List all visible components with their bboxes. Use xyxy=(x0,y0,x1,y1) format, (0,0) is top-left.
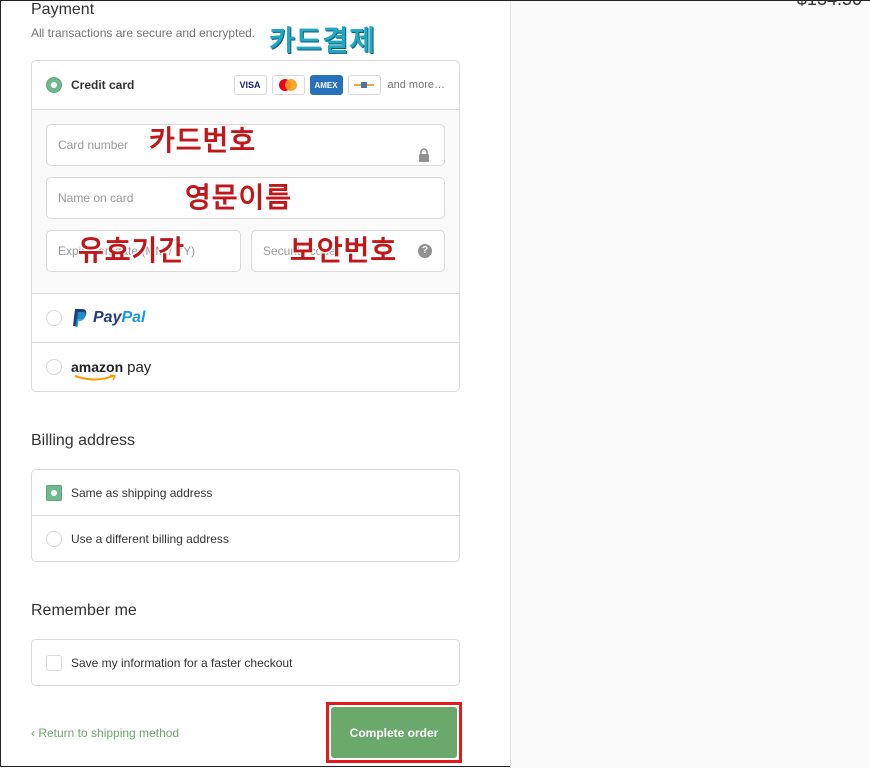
paypal-label-pay: Pay xyxy=(93,308,122,326)
amazon-label: amazon xyxy=(71,358,124,375)
discover-icon xyxy=(347,75,381,95)
annotation-card-number: 카드번호 xyxy=(149,124,257,157)
payment-subtitle: All transactions are secure and encrypte… xyxy=(31,26,256,40)
remember-box: Save my information for a faster checkou… xyxy=(31,639,460,686)
amazon-smile-icon xyxy=(74,373,117,380)
amex-icon: AMEX xyxy=(309,75,343,95)
order-total: $134.50 xyxy=(797,0,862,10)
paypal-logo: Pay Pal xyxy=(71,308,145,328)
save-info-option[interactable]: Save my information for a faster checkou… xyxy=(32,640,459,685)
annotation-security-code: 보안번호 xyxy=(290,234,398,267)
save-info-label: Save my information for a faster checkou… xyxy=(71,655,293,670)
payment-methods-box: Credit card VISA AMEX and more… Card num… xyxy=(31,60,460,392)
amazon-pay-radio[interactable] xyxy=(46,359,62,375)
complete-order-button[interactable]: Complete order xyxy=(331,707,457,758)
save-info-checkbox[interactable] xyxy=(46,654,62,671)
credit-card-radio[interactable] xyxy=(46,77,62,93)
credit-card-option[interactable]: Credit card VISA AMEX and more… xyxy=(32,61,459,110)
billing-same-radio[interactable] xyxy=(46,484,62,501)
credit-card-label: Credit card xyxy=(71,78,135,92)
amazon-pay-label: pay xyxy=(127,358,152,376)
mastercard-icon xyxy=(271,75,305,95)
annotation-card-payment: 카드결제 xyxy=(269,24,377,57)
billing-same-option[interactable]: Same as shipping address xyxy=(32,470,459,516)
amazon-pay-option[interactable]: amazon pay xyxy=(32,343,459,391)
billing-title: Billing address xyxy=(31,432,136,449)
paypal-icon xyxy=(73,308,87,327)
return-to-shipping-link[interactable]: ‹ Return to shipping method xyxy=(31,726,179,740)
annotation-english-name: 영문이름 xyxy=(185,181,293,214)
lock-icon xyxy=(418,138,430,165)
order-summary-pane: $134.50 xyxy=(510,0,870,768)
complete-order-highlight: Complete order xyxy=(326,702,462,763)
name-on-card-placeholder: Name on card xyxy=(58,191,134,205)
more-brands-text: and more… xyxy=(387,79,445,91)
billing-different-radio[interactable] xyxy=(46,530,62,547)
remember-title: Remember me xyxy=(31,602,137,619)
billing-different-label: Use a different billing address xyxy=(71,531,229,546)
visa-icon: VISA xyxy=(233,75,267,95)
paypal-label-pal: Pal xyxy=(121,308,146,326)
help-icon[interactable]: ? xyxy=(418,244,432,258)
payment-title: Payment xyxy=(31,1,95,18)
amazon-pay-logo: amazon pay xyxy=(71,358,152,380)
billing-different-option[interactable]: Use a different billing address xyxy=(32,516,459,561)
paypal-option[interactable]: Pay Pal xyxy=(32,293,459,343)
annotation-expiry: 유효기간 xyxy=(78,234,186,267)
card-number-placeholder: Card number xyxy=(58,138,129,152)
paypal-radio[interactable] xyxy=(46,309,62,326)
billing-box: Same as shipping address Use a different… xyxy=(31,469,460,562)
billing-same-label: Same as shipping address xyxy=(71,485,213,500)
